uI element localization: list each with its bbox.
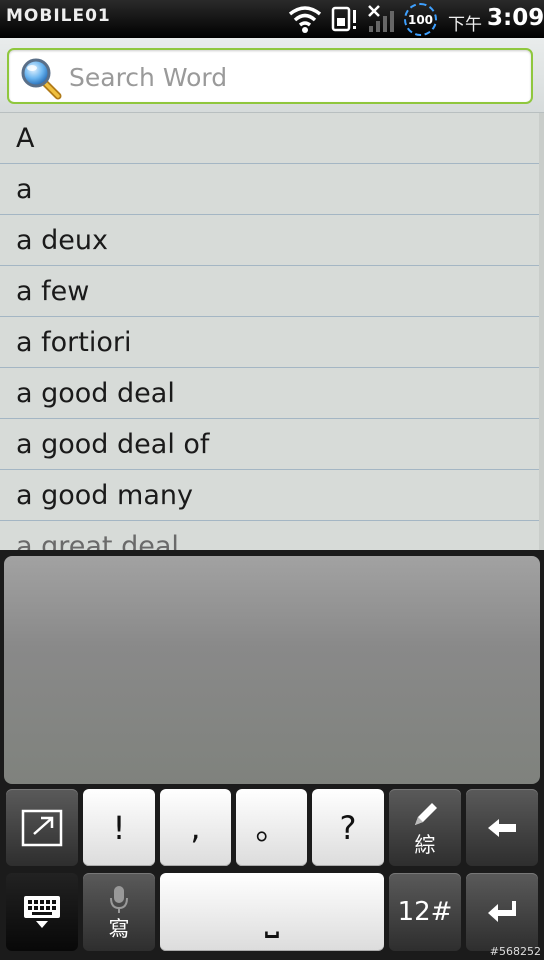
list-item[interactable]: a deux [0,215,544,266]
key-question[interactable]: ? [312,789,384,866]
soft-keyboard: ! , 。 ? 綜 寫 ⎵ 12# #568252 [0,550,544,960]
numbers-symbols-button[interactable]: 12# [389,873,461,951]
battery-level: 100 [407,12,434,27]
list-item[interactable]: a great deal [0,521,544,551]
scrollbar[interactable] [539,113,544,550]
handwrite-mode-button[interactable]: 綜 [389,789,461,866]
key-comma[interactable]: , [160,789,231,866]
list-item[interactable]: a good many [0,470,544,521]
expand-keyboard-button[interactable] [6,789,78,866]
key-exclamation[interactable]: ! [83,789,155,866]
list-item[interactable]: a good deal [0,368,544,419]
key-label: ? [339,808,357,847]
search-icon [21,58,62,100]
key-label: 。 [255,808,288,847]
search-box[interactable] [7,48,533,104]
watermark: #568252 [489,945,541,958]
key-label: ! [112,808,126,847]
enter-button[interactable] [466,873,538,951]
voice-input-button[interactable]: 寫 [83,873,155,951]
backspace-arrow-icon [488,818,516,837]
key-label: 綜 [414,833,436,857]
list-item[interactable]: a fortiori [0,317,544,368]
key-label: ⎵ [264,898,280,939]
handwriting-pad[interactable] [4,556,540,784]
pencil-icon [415,803,437,825]
microphone-icon [110,885,128,913]
sim-alert-icon [331,6,356,32]
search-header [0,38,544,113]
key-label: 寫 [108,916,130,941]
no-signal-icon [368,5,394,32]
list-item[interactable]: A [0,113,544,164]
keyboard-hide-icon [24,896,60,928]
key-label: 12# [397,897,453,927]
key-period[interactable]: 。 [236,789,307,866]
hide-keyboard-button[interactable] [6,873,78,951]
list-item[interactable]: a good deal of [0,419,544,470]
carrier-label: MOBILE01 [6,6,111,26]
space-bar[interactable]: ⎵ [160,873,384,951]
expand-arrow-icon [21,809,63,846]
list-item[interactable]: a few [0,266,544,317]
time-period: 下午 [448,15,482,35]
enter-arrow-icon [488,901,516,922]
status-bar: MOBILE01 100 下午 3:09 [0,0,544,38]
battery-icon: 100 [404,3,437,36]
list-item[interactable]: a [0,164,544,215]
word-list: A a a deux a few a fortiori a good deal … [0,113,544,550]
key-label: , [190,808,201,847]
clock: 3:09 [487,5,544,31]
backspace-button[interactable] [466,789,538,866]
search-input[interactable] [69,58,519,96]
wifi-icon [288,6,322,33]
